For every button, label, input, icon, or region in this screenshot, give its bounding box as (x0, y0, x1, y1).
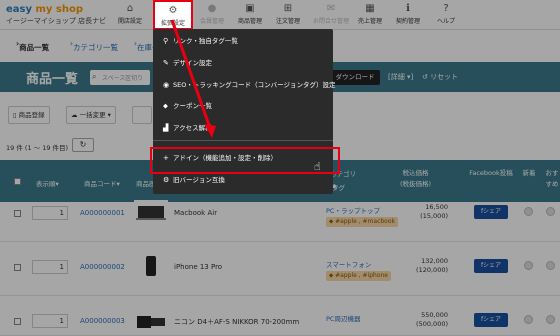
hand-cursor-icon: ☝ (314, 160, 321, 173)
annotation-arrow (170, 19, 216, 138)
